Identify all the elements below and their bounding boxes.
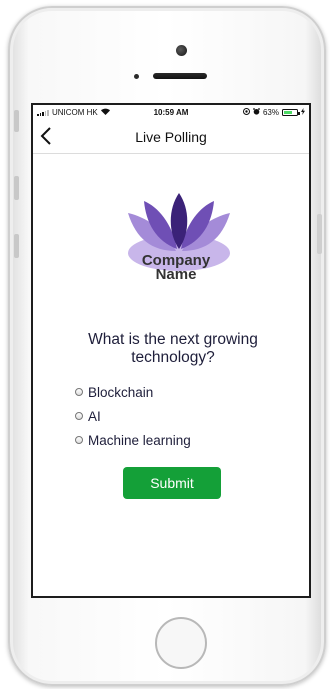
poll-options: Blockchain AI Machine learning	[75, 380, 191, 452]
status-right: 63%	[242, 108, 305, 117]
status-bar: UNICOM HK 10:59 AM 63%	[33, 105, 309, 121]
radio-button[interactable]	[75, 388, 83, 396]
logo-text-line2: Name	[155, 266, 197, 283]
poll-question: What is the next growing technology?	[88, 331, 258, 366]
poll-option-ai[interactable]: AI	[75, 404, 191, 428]
mute-switch	[14, 110, 19, 132]
proximity-sensor	[134, 74, 139, 79]
poll-option-label: Machine learning	[88, 432, 191, 448]
submit-button[interactable]: Submit	[123, 467, 221, 499]
front-camera	[176, 45, 187, 56]
poll-option-label: Blockchain	[88, 384, 154, 400]
logo-text: Company Name	[123, 253, 229, 283]
volume-up-button	[14, 176, 19, 200]
home-button[interactable]	[155, 617, 207, 669]
poll-option-blockchain[interactable]: Blockchain	[75, 380, 191, 404]
page-title: Live Polling	[135, 129, 207, 145]
phone-screen: UNICOM HK 10:59 AM 63% Live Polling Comp…	[31, 103, 311, 598]
poll-option-machine-learning[interactable]: Machine learning	[75, 428, 191, 452]
battery-percent: 63%	[262, 108, 279, 117]
battery-icon	[282, 109, 300, 116]
location-icon	[242, 108, 250, 117]
radio-button[interactable]	[75, 412, 83, 420]
volume-down-button	[14, 234, 19, 258]
radio-button[interactable]	[75, 436, 83, 444]
charging-icon	[301, 108, 305, 117]
poll-option-label: AI	[88, 408, 101, 424]
alarm-icon	[253, 108, 260, 117]
earpiece-speaker	[153, 73, 207, 79]
nav-bar: Live Polling	[33, 121, 309, 154]
power-button	[317, 214, 322, 254]
